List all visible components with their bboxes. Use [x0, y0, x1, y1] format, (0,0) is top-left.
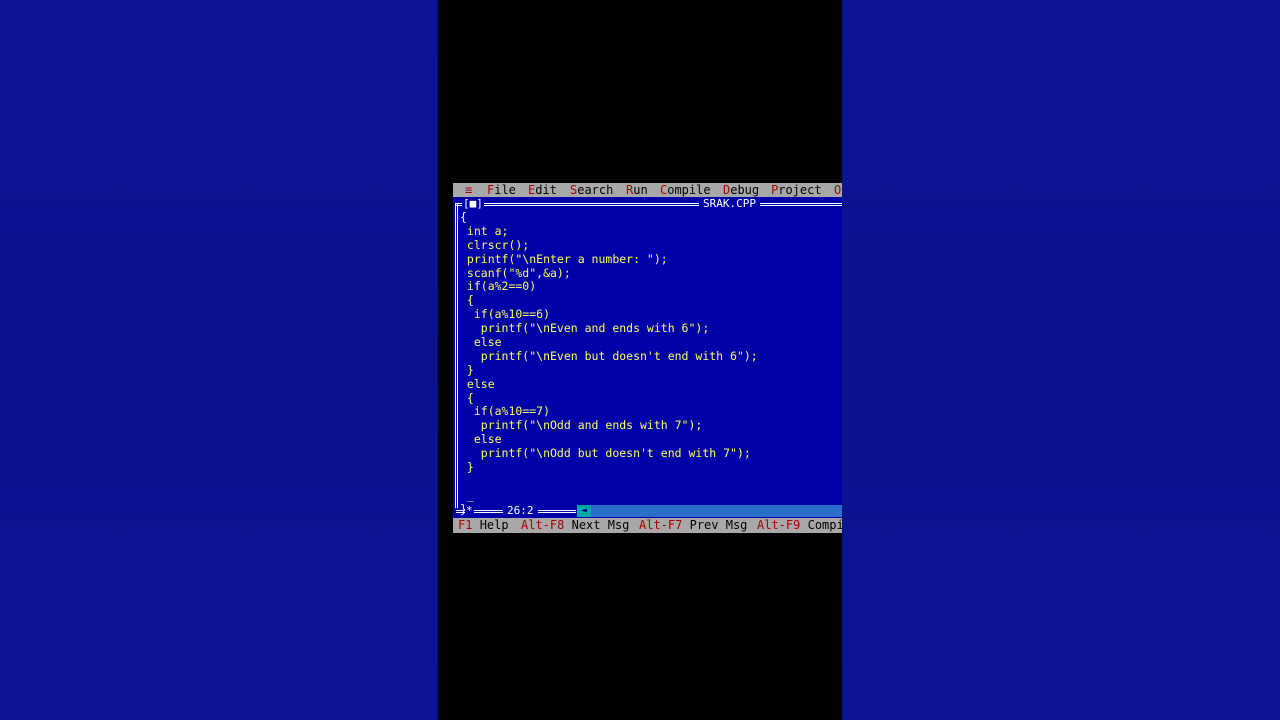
menu-file[interactable]: File — [487, 183, 516, 197]
editor-window-title-bar: [■] SRAK.CPP — [453, 198, 842, 210]
system-menu-icon[interactable]: ≡ — [465, 183, 472, 197]
code-line: clrscr(); — [460, 237, 530, 252]
window-frame-left — [455, 203, 458, 508]
help-compile[interactable]: Alt-F9 Compi — [757, 518, 842, 533]
menu-edit[interactable]: Edit — [528, 183, 557, 197]
help-next-msg[interactable]: Alt-F8 Next Msg — [521, 518, 629, 533]
code-line: printf("\nEven but doesn't end with 6"); — [460, 348, 758, 363]
menu-compile[interactable]: Compile — [660, 183, 711, 197]
file-name-title: SRAK.CPP — [699, 198, 760, 210]
code-line: else — [460, 376, 495, 391]
blurred-backdrop-right — [842, 0, 1280, 720]
turbo-cpp-ide: ≡ File Edit Search Run Compile Debug Pro… — [453, 183, 842, 533]
help-f1[interactable]: F1 Help — [458, 518, 509, 533]
code-line: scanf("%d",&a); — [460, 265, 571, 280]
code-line: if(a%2==0) — [460, 279, 537, 294]
close-window-button[interactable]: [■] — [462, 198, 484, 210]
menu-options[interactable]: O — [834, 183, 841, 197]
help-prev-msg[interactable]: Alt-F7 Prev Msg — [639, 518, 747, 533]
code-line: } — [460, 460, 474, 475]
window-frame-top — [456, 203, 842, 206]
code-line: printf("\nOdd but doesn't end with 7"); — [460, 446, 751, 461]
code-line: { — [460, 390, 474, 405]
menu-debug[interactable]: Debug — [723, 183, 759, 197]
blurred-backdrop-left — [0, 0, 438, 720]
code-line: if(a%10==6) — [460, 307, 551, 322]
code-line: int a; — [460, 223, 509, 238]
menu-project[interactable]: Project — [771, 183, 822, 197]
cursor-position: 26:2 — [503, 505, 538, 517]
horizontal-scrollbar[interactable] — [591, 505, 842, 517]
code-line: _ — [460, 487, 474, 502]
editor-status-row: * 26:2 ◄ — [453, 505, 842, 517]
menu-search[interactable]: Search — [570, 183, 613, 197]
help-bar: F1 Help Alt-F8 Next Msg Alt-F7 Prev Msg … — [453, 518, 842, 533]
code-editor[interactable]: { int a; clrscr(); printf("\nEnter a num… — [460, 210, 840, 517]
code-line: else — [460, 432, 502, 447]
code-line: printf("\nEven and ends with 6"); — [460, 321, 710, 336]
code-line: { — [460, 293, 474, 308]
scroll-left-icon[interactable]: ◄ — [577, 505, 591, 517]
modified-indicator: * — [465, 504, 474, 517]
menu-run[interactable]: Run — [626, 183, 648, 197]
menu-bar: ≡ File Edit Search Run Compile Debug Pro… — [453, 183, 842, 197]
code-line: else — [460, 335, 502, 350]
code-line: printf("\nOdd and ends with 7"); — [460, 418, 703, 433]
code-line: } — [460, 362, 474, 377]
code-line: if(a%10==7) — [460, 404, 551, 419]
code-line: { — [460, 210, 467, 224]
code-line: printf("\nEnter a number: "); — [460, 251, 668, 266]
